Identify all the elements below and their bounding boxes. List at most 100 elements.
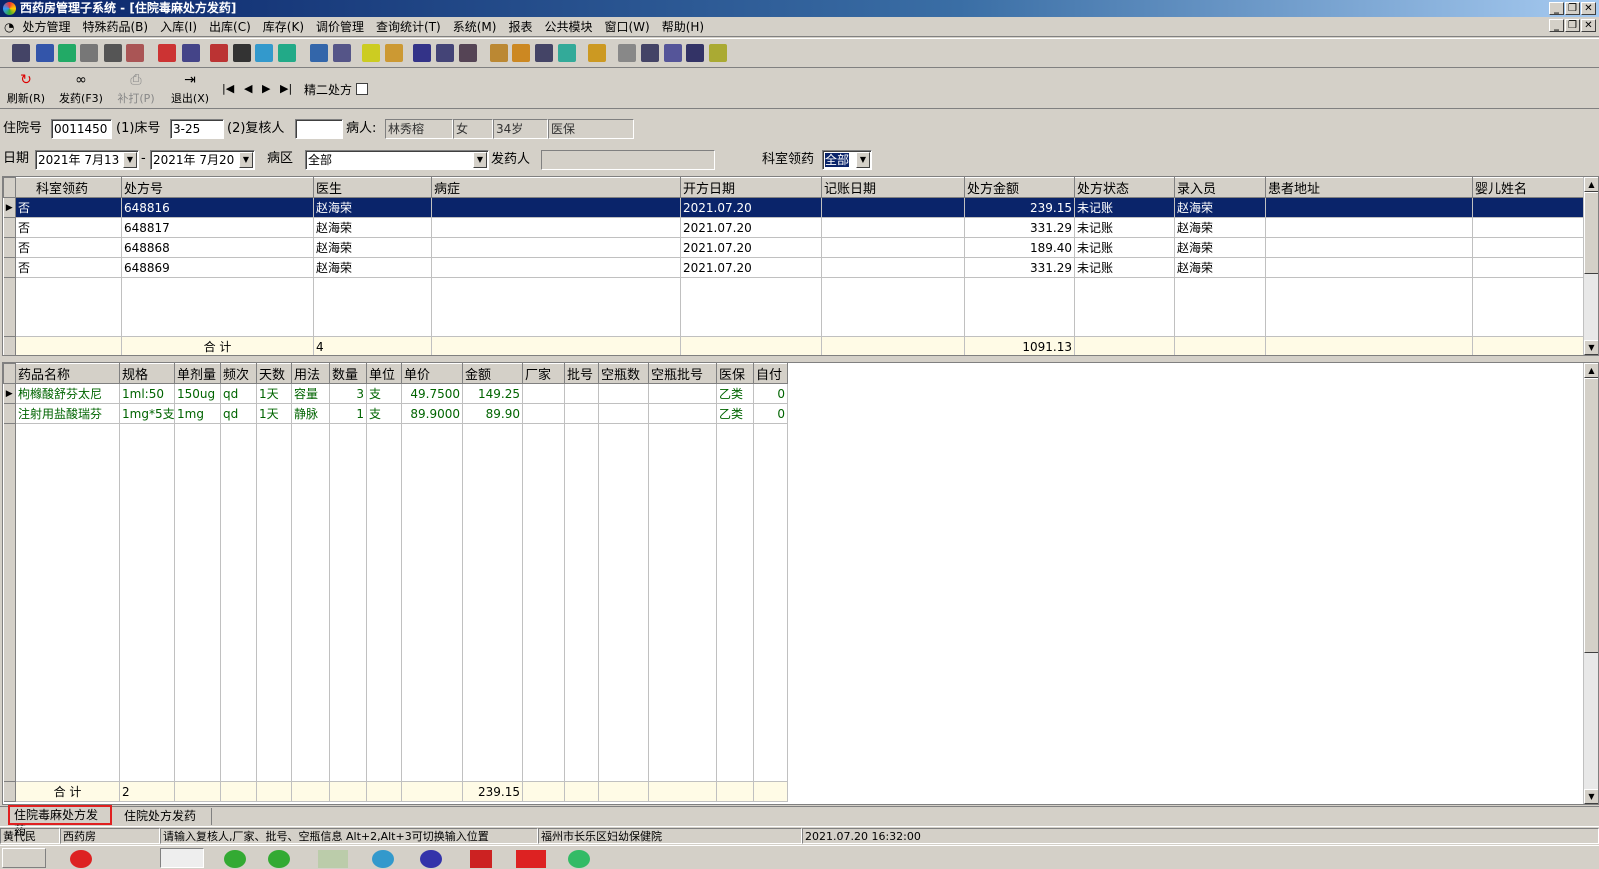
tool-icon[interactable]	[490, 44, 508, 62]
tool-icon[interactable]	[104, 44, 122, 62]
cell[interactable]: 否	[15, 217, 122, 238]
cell[interactable]: 赵海荣	[313, 257, 432, 278]
menu-item[interactable]: 出库(C)	[203, 17, 257, 37]
cell[interactable]: 未记账	[1074, 257, 1175, 278]
cell[interactable]: 否	[15, 257, 122, 278]
column-header[interactable]: 开方日期	[680, 177, 822, 198]
tab-inpatient-dispense[interactable]: 住院处方发药	[120, 808, 212, 825]
cell[interactable]: 2021.07.20	[680, 217, 822, 238]
nav-first-button[interactable]: |◀	[222, 82, 234, 95]
column-header[interactable]: 数量	[329, 363, 367, 384]
column-header[interactable]: 科室领药	[15, 177, 122, 198]
bed-number-input[interactable]: 3-25	[170, 119, 224, 139]
child-close-button[interactable]: ✕	[1581, 19, 1596, 32]
cell[interactable]: 2021.07.20	[680, 197, 822, 218]
cell[interactable]: 未记账	[1074, 197, 1175, 218]
scroll-down-icon[interactable]: ▼	[1584, 789, 1598, 804]
column-header[interactable]: 自付	[753, 363, 788, 384]
cell[interactable]: 0	[753, 403, 788, 424]
cell[interactable]: 648868	[121, 237, 314, 258]
scroll-thumb[interactable]	[1584, 192, 1598, 274]
table-row[interactable]: ▶ 枸橼酸舒芬太尼 1ml:50 150ug qd 1天 容量 3 支 49.7…	[3, 383, 788, 404]
app-icon[interactable]	[470, 850, 492, 868]
date-to-picker[interactable]: 2021年 7月20 ▼	[150, 150, 255, 170]
column-header[interactable]: 批号	[564, 363, 599, 384]
column-header[interactable]: 厂家	[522, 363, 565, 384]
refresh-button[interactable]: ↻ 刷新(R)	[4, 72, 48, 106]
tool-icon[interactable]	[80, 44, 98, 62]
cell[interactable]: 331.29	[964, 257, 1075, 278]
table-row[interactable]: 否 648869 赵海荣 2021.07.20 331.29 未记账 赵海荣	[3, 257, 1585, 278]
cell[interactable]: 乙类	[716, 403, 754, 424]
chevron-down-icon[interactable]: ▼	[856, 152, 870, 168]
column-header[interactable]: 患者地址	[1265, 177, 1473, 198]
cell[interactable]: 乙类	[716, 383, 754, 404]
column-header[interactable]: 金额	[462, 363, 523, 384]
tool-icon[interactable]	[664, 44, 682, 62]
child-restore-button[interactable]: ❐	[1565, 19, 1580, 32]
app-icon[interactable]	[372, 850, 394, 868]
dispense-button[interactable]: ∞ 发药(F3)	[56, 72, 106, 106]
cell[interactable]	[1472, 197, 1585, 218]
cell[interactable]: 容量	[291, 383, 330, 404]
cell[interactable]	[598, 403, 649, 424]
cell[interactable]: 648816	[121, 197, 314, 218]
cell[interactable]	[598, 383, 649, 404]
column-header[interactable]: 医保	[716, 363, 754, 384]
vertical-scrollbar[interactable]: ▲ ▼	[1583, 363, 1598, 804]
admission-number-input[interactable]: 0011450	[51, 119, 112, 139]
chevron-down-icon[interactable]: ▼	[239, 152, 253, 168]
tool-icon[interactable]	[126, 44, 144, 62]
minimize-button[interactable]: _	[1549, 2, 1564, 15]
column-header[interactable]: 处方号	[121, 177, 314, 198]
column-header[interactable]: 医生	[313, 177, 432, 198]
bell-icon[interactable]	[362, 44, 380, 62]
tool-icon[interactable]	[436, 44, 454, 62]
tool-icon[interactable]	[512, 44, 530, 62]
cell[interactable]: 1ml:50	[119, 383, 175, 404]
column-header[interactable]: 录入员	[1174, 177, 1266, 198]
cell[interactable]	[1265, 217, 1473, 238]
app-icon[interactable]	[70, 850, 92, 868]
cell[interactable]	[648, 383, 717, 404]
cell[interactable]	[1265, 197, 1473, 218]
cell[interactable]: 赵海荣	[1174, 237, 1266, 258]
cell[interactable]	[1265, 257, 1473, 278]
search-icon[interactable]	[535, 44, 553, 62]
cell[interactable]: 89.90	[462, 403, 523, 424]
cell[interactable]: 1mg	[174, 403, 221, 424]
tool-icon[interactable]	[333, 44, 351, 62]
cell[interactable]	[522, 403, 565, 424]
cell[interactable]: 2021.07.20	[680, 257, 822, 278]
cell[interactable]: 150ug	[174, 383, 221, 404]
cell[interactable]	[821, 237, 965, 258]
cell[interactable]: 1天	[256, 383, 292, 404]
app-icon[interactable]	[318, 850, 348, 868]
tool-icon[interactable]	[588, 44, 606, 62]
cell[interactable]: 1天	[256, 403, 292, 424]
start-button[interactable]	[2, 848, 46, 868]
cell[interactable]: 1mg*5支	[119, 403, 175, 424]
table-row[interactable]: 否 648817 赵海荣 2021.07.20 331.29 未记账 赵海荣	[3, 217, 1585, 238]
tool-icon[interactable]	[709, 44, 727, 62]
column-header[interactable]: 处方状态	[1074, 177, 1175, 198]
cell[interactable]: qd	[220, 383, 257, 404]
child-minimize-button[interactable]: _	[1549, 19, 1564, 32]
tool-icon[interactable]	[385, 44, 403, 62]
cell[interactable]	[1265, 237, 1473, 258]
taskbar-item[interactable]	[160, 848, 204, 868]
cell[interactable]	[1472, 237, 1585, 258]
date-from-picker[interactable]: 2021年 7月13 ▼	[35, 150, 139, 170]
table-row[interactable]: 否 648868 赵海荣 2021.07.20 189.40 未记账 赵海荣	[3, 237, 1585, 258]
tool-icon[interactable]	[36, 44, 54, 62]
cell[interactable]	[431, 217, 681, 238]
tool-icon[interactable]	[182, 44, 200, 62]
tool-icon[interactable]	[618, 44, 636, 62]
scroll-down-icon[interactable]: ▼	[1584, 340, 1598, 355]
column-header[interactable]: 药品名称	[15, 363, 120, 384]
app-icon[interactable]	[224, 850, 246, 868]
cell[interactable]	[821, 197, 965, 218]
exit-button[interactable]: ⇥ 退出(X)	[168, 72, 212, 106]
table-row[interactable]: ▶ 否 648816 赵海荣 2021.07.20 239.15 未记账 赵海荣	[3, 197, 1585, 218]
column-header[interactable]: 病症	[431, 177, 681, 198]
